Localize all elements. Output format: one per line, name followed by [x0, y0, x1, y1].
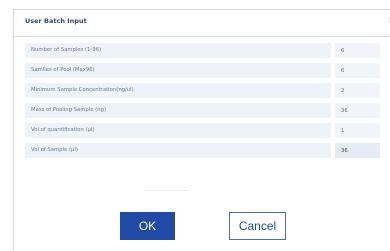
- vol-quantification-label: Vol of quantification (μl): [31, 127, 95, 133]
- batch-form: Number of Samples (1-96) Samlles of Pool…: [25, 43, 380, 163]
- number-of-samples-input[interactable]: [335, 43, 380, 58]
- vol-quantification-input[interactable]: [335, 123, 380, 138]
- mass-of-pooling-input[interactable]: [335, 103, 380, 118]
- screen: User Batch Input × Number of Samples (1-…: [0, 0, 390, 251]
- vol-sample-input[interactable]: [335, 143, 380, 158]
- batch-input-dialog: User Batch Input × Number of Samples (1-…: [13, 9, 390, 251]
- ok-button[interactable]: OK: [120, 212, 175, 240]
- samples-of-pool-label: Samlles of Pool (Max96): [31, 67, 95, 73]
- form-row-min-concentration: Minimum Sample Concentration(ng/ul): [25, 83, 380, 98]
- dialog-title: User Batch Input: [25, 17, 87, 25]
- min-concentration-label: Minimum Sample Concentration(ng/ul): [31, 87, 134, 93]
- form-row-vol-quantification: Vol of quantification (μl): [25, 123, 380, 138]
- mass-of-pooling-label: Mass of Pooling Sample (ng): [31, 107, 107, 113]
- form-row-samples-of-pool: Samlles of Pool (Max96): [25, 63, 380, 78]
- samples-of-pool-input[interactable]: [335, 63, 380, 78]
- divider: [144, 190, 189, 191]
- form-row-vol-sample: Vol of Sample (μl): [25, 143, 380, 158]
- form-row-mass-of-pooling: Mass of Pooling Sample (ng): [25, 103, 380, 118]
- vol-sample-label: Vol of Sample (μl): [31, 147, 78, 153]
- dialog-titlebar: User Batch Input ×: [14, 10, 390, 37]
- number-of-samples-label: Number of Samples (1-96): [31, 47, 102, 53]
- cancel-button[interactable]: Cancel: [229, 212, 286, 240]
- min-concentration-input[interactable]: [335, 83, 380, 98]
- form-row-number-of-samples: Number of Samples (1-96): [25, 43, 380, 58]
